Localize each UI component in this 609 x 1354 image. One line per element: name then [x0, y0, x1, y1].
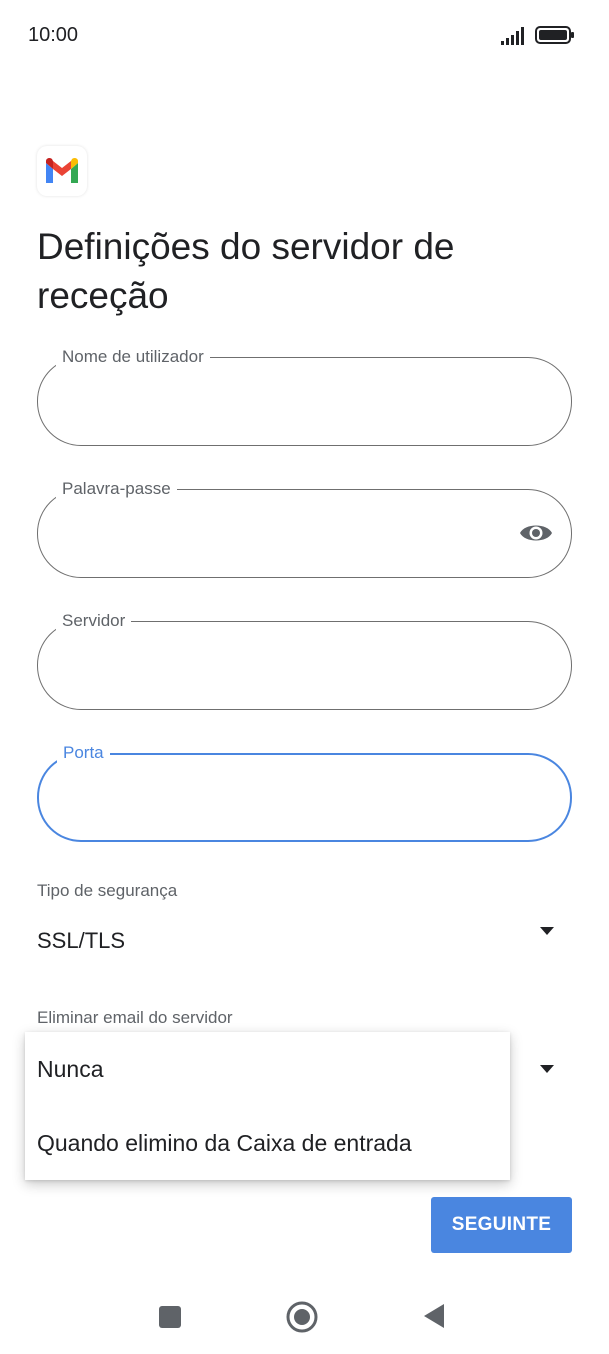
server-label: Servidor	[56, 610, 132, 632]
delete-email-menu: Nunca Quando elimino da Caixa de entrada	[25, 1032, 510, 1180]
status-time: 10:00	[28, 24, 79, 46]
password-field[interactable]: Palavra-passe	[37, 478, 572, 578]
port-field[interactable]: Porta	[37, 742, 572, 842]
menu-item-when-deleted-from-inbox[interactable]: Quando elimino da Caixa de entrada	[25, 1106, 510, 1180]
screen: 10:00 Definições do servidor de receção …	[0, 0, 609, 1354]
menu-item-never[interactable]: Nunca	[25, 1032, 510, 1106]
server-input[interactable]	[62, 650, 501, 682]
security-type-value[interactable]: SSL/TLS	[37, 928, 125, 954]
next-button[interactable]: SEGUINTE	[431, 1197, 572, 1253]
page-title: Definições do servidor de receção	[37, 226, 455, 316]
nav-back-icon[interactable]	[422, 1302, 446, 1330]
security-type-label: Tipo de segurança	[37, 881, 178, 900]
password-input[interactable]	[62, 518, 501, 550]
signal-icon	[501, 27, 524, 45]
password-label: Palavra-passe	[56, 478, 177, 500]
username-input[interactable]	[62, 386, 501, 418]
port-label: Porta	[57, 742, 110, 764]
nav-home-icon[interactable]	[286, 1301, 318, 1333]
port-input[interactable]	[63, 783, 500, 815]
gmail-m-icon	[46, 157, 78, 183]
delete-email-dropdown-arrow-icon[interactable]	[540, 1065, 554, 1073]
status-bar: 10:00	[0, 0, 609, 70]
server-field[interactable]: Servidor	[37, 610, 572, 710]
gmail-logo	[37, 146, 87, 196]
username-field[interactable]: Nome de utilizador	[37, 346, 572, 446]
nav-recents-icon[interactable]	[159, 1306, 181, 1328]
username-label: Nome de utilizador	[56, 346, 210, 368]
security-dropdown-arrow-icon[interactable]	[540, 927, 554, 935]
delete-email-label: Eliminar email do servidor	[37, 1008, 233, 1027]
navigation-bar	[0, 1280, 609, 1354]
battery-icon	[535, 26, 574, 44]
eye-icon[interactable]	[519, 520, 553, 546]
